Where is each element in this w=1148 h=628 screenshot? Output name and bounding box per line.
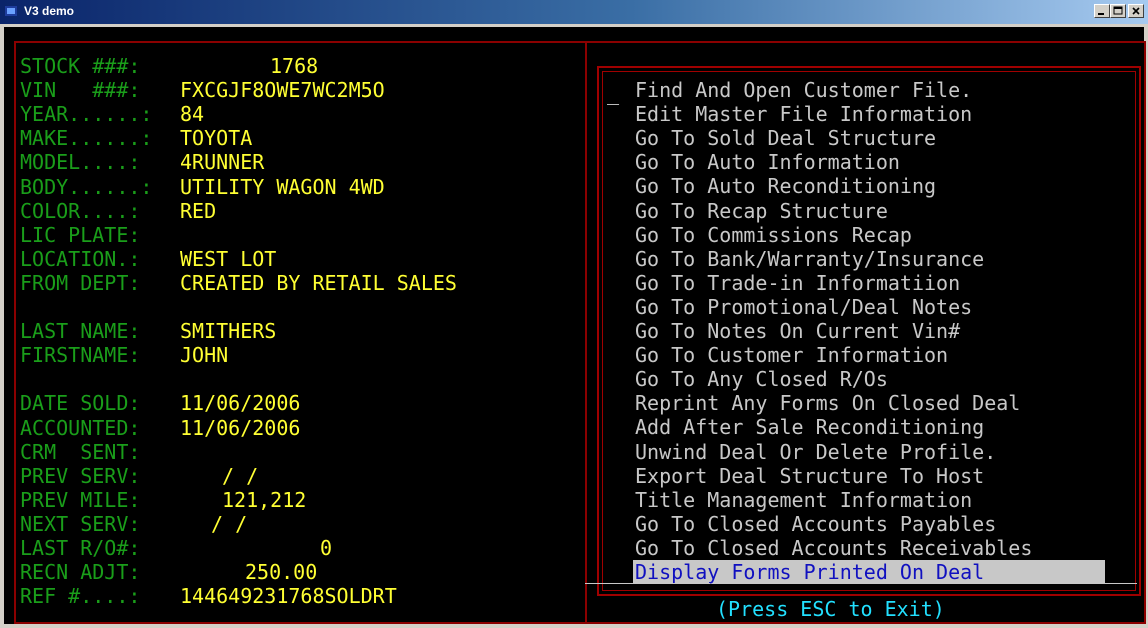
field-row: LIC PLATE: [20, 223, 140, 247]
field-label: REF #....: [20, 584, 141, 609]
field-row: PREV SERV: / / [20, 463, 258, 488]
menu-item-selected[interactable]: Display Forms Printed On Deal [633, 560, 1105, 584]
field-row: LOCATION.: WEST LOT [20, 246, 276, 271]
field-label: RECN ADJT: [20, 560, 141, 585]
field-value: 250.00 [245, 560, 318, 585]
minimize-button[interactable] [1094, 4, 1110, 18]
menu-item[interactable]: Go To Any Closed R/Os [635, 367, 888, 391]
footer-rule-left [585, 583, 710, 584]
field-value: 0 [320, 536, 333, 560]
field-value: 11/06/2006 [180, 391, 301, 416]
field-label: BODY......: [20, 174, 153, 199]
field-label: COLOR....: [20, 198, 141, 223]
field-label: STOCK ###: [20, 54, 141, 78]
minimize-icon [1098, 13, 1104, 15]
field-label: DATE SOLD: [20, 391, 141, 416]
field-row: NEXT SERV: / / [20, 511, 247, 536]
field-row: VIN ###: FXCGJF8OWE7WC2M5O [20, 78, 385, 103]
field-value: SMITHERS [180, 319, 277, 344]
field-value: RED [180, 198, 217, 223]
maximize-button[interactable] [1110, 4, 1126, 18]
field-value: 4RUNNER [180, 150, 265, 175]
field-row: FIRSTNAME: JOHN [20, 343, 228, 368]
field-row: ACCOUNTED: 11/06/2006 [20, 415, 300, 440]
field-value: 1768 [270, 54, 319, 78]
field-label: LAST NAME: [20, 319, 141, 344]
field-row: STOCK ###: 1768 [20, 54, 318, 78]
field-label: LAST R/O#: [20, 536, 141, 560]
field-row: BODY......: UTILITY WAGON 4WD [20, 174, 385, 199]
menu-item[interactable]: Go To Customer Information [635, 343, 948, 367]
field-row: COLOR....: RED [20, 198, 216, 223]
title-bar[interactable]: V3 demo [0, 0, 1148, 24]
field-label: VIN ###: [20, 78, 141, 103]
field-label: CRM SENT: [20, 439, 141, 464]
menu-item[interactable]: Go To Promotional/Deal Notes [635, 295, 972, 319]
field-label: MODEL....: [20, 150, 141, 175]
field-label: ACCOUNTED: [20, 415, 141, 440]
menu-item[interactable]: Go To Recap Structure [635, 199, 888, 223]
menu-item[interactable]: Go To Auto Reconditioning [635, 174, 936, 198]
menu-item[interactable]: Title Management Information [635, 488, 972, 512]
field-label: LOCATION.: [20, 246, 141, 271]
menu-item[interactable]: Go To Trade-in Informatiion [635, 271, 960, 295]
footer-hint: (Press ESC to Exit) [716, 597, 945, 621]
field-value: 121,212 [222, 487, 307, 512]
menu-item[interactable]: Go To Closed Accounts Payables [635, 512, 996, 536]
menu-item[interactable]: Go To Notes On Current Vin# [635, 319, 960, 343]
field-value: TOYOTA [180, 126, 253, 151]
maximize-icon [1113, 6, 1123, 15]
menu-item[interactable]: Add After Sale Reconditioning [635, 415, 984, 439]
footer-rule-right [1027, 583, 1137, 584]
field-value: 11/06/2006 [180, 415, 301, 440]
app-icon [5, 6, 17, 16]
field-value: / / [211, 511, 248, 536]
field-value: / / [222, 463, 259, 488]
field-label: YEAR......: [20, 102, 153, 127]
field-row: CRM SENT: [20, 440, 140, 464]
panel-divider [585, 41, 587, 622]
field-label: NEXT SERV: [20, 511, 141, 536]
menu-item[interactable]: Go To Commissions Recap [635, 223, 912, 247]
menu-item[interactable]: Edit Master File Information [635, 102, 972, 126]
menu-item[interactable]: Export Deal Structure To Host [635, 464, 984, 488]
app-window: V3 demo STOCK ###: 1768 VIN ###: FXCGJF8OWE… [0, 0, 1148, 628]
field-value: JOHN [180, 343, 229, 368]
field-label: FIRSTNAME: [20, 343, 141, 368]
field-value: UTILITY WAGON 4WD [180, 174, 385, 199]
field-row: RECN ADJT: 250.00 [20, 560, 317, 585]
text-cursor: _ [607, 81, 620, 105]
window-title: V3 demo [24, 4, 75, 18]
field-row: REF #....: 144649231768SOLDRT [20, 584, 397, 609]
field-value: WEST LOT [180, 246, 277, 271]
menu-item[interactable]: Go To Sold Deal Structure [635, 126, 936, 150]
field-value: 84 [180, 102, 205, 127]
field-row: MAKE......: TOYOTA [20, 126, 252, 151]
field-row: MODEL....: 4RUNNER [20, 150, 264, 175]
field-label: PREV SERV: [20, 463, 141, 488]
field-value: FXCGJF8OWE7WC2M5O [180, 78, 385, 103]
menu-item[interactable]: Go To Closed Accounts Receivables [635, 536, 1032, 560]
field-label: PREV MILE: [20, 487, 141, 512]
field-row: LAST NAME: SMITHERS [20, 319, 276, 344]
field-label: LIC PLATE: [20, 222, 141, 247]
menu-item[interactable]: Go To Auto Information [635, 150, 900, 174]
field-label: MAKE......: [20, 126, 153, 151]
field-row: LAST R/O#: 0 [20, 536, 332, 560]
field-value: CREATED BY RETAIL SALES [180, 270, 457, 295]
menu-item[interactable]: Unwind Deal Or Delete Profile. [635, 440, 996, 464]
field-row: FROM DEPT: CREATED BY RETAIL SALES [20, 270, 457, 295]
menu-item[interactable]: Go To Bank/Warranty/Insurance [635, 247, 984, 271]
field-row: PREV MILE: 121,212 [20, 487, 306, 512]
field-row: DATE SOLD: 11/06/2006 [20, 391, 300, 416]
field-label: FROM DEPT: [20, 270, 141, 295]
field-row: YEAR......: 84 [20, 102, 204, 127]
field-value: 144649231768SOLDRT [180, 584, 397, 609]
menu-item[interactable]: Reprint Any Forms On Closed Deal [635, 391, 1020, 415]
close-icon [1132, 7, 1140, 15]
close-button[interactable] [1128, 4, 1144, 18]
menu-item[interactable]: Find And Open Customer File. [635, 78, 972, 102]
